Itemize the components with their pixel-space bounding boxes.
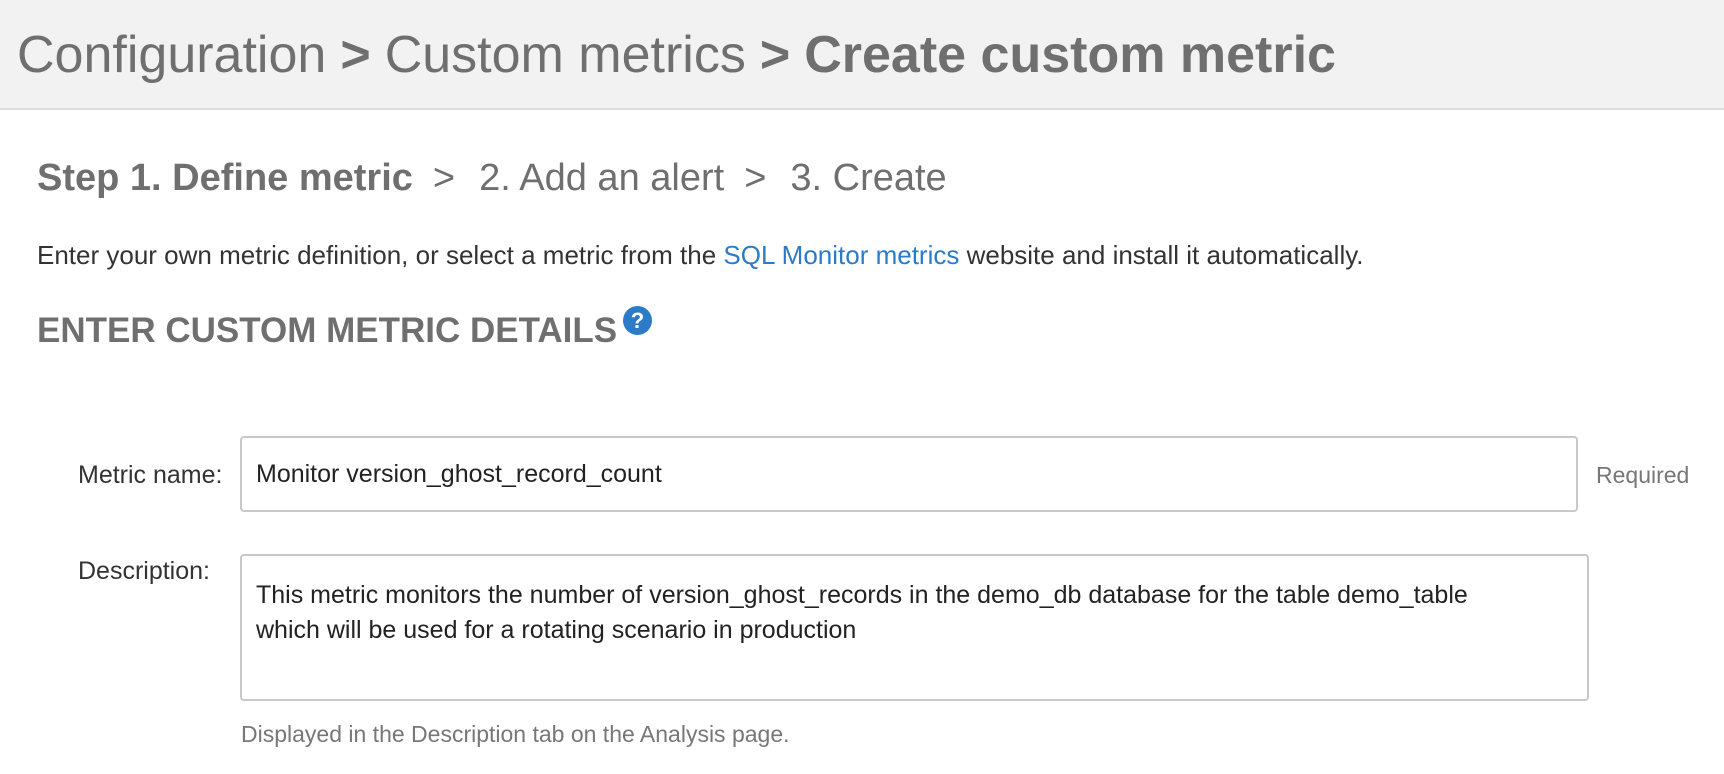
- required-indicator: Required: [1596, 462, 1690, 488]
- breadcrumb-custom-metrics[interactable]: Custom metrics: [385, 26, 746, 84]
- intro-text-after: website and install it automatically.: [959, 240, 1364, 270]
- section-title: ENTER CUSTOM METRIC DETAILS: [37, 311, 618, 350]
- breadcrumb-current-page: Create custom metric: [804, 26, 1336, 84]
- metric-name-input[interactable]: Monitor version_ghost_record_count: [240, 436, 1578, 512]
- description-hint: Displayed in the Description tab on the …: [241, 721, 790, 747]
- sql-monitor-metrics-link[interactable]: SQL Monitor metrics: [723, 240, 959, 270]
- help-icon[interactable]: ?: [623, 306, 652, 335]
- intro-text: Enter your own metric definition, or sel…: [37, 238, 1364, 272]
- step-define-metric: Step 1. Define metric: [37, 157, 413, 199]
- breadcrumb-separator: >: [340, 26, 371, 84]
- description-label: Description:: [78, 557, 210, 585]
- step-add-alert: 2. Add an alert: [479, 157, 725, 199]
- breadcrumb-configuration[interactable]: Configuration: [17, 26, 326, 84]
- page-header: Configuration > Custom metrics > Create cust…: [0, 0, 1724, 110]
- description-textarea[interactable]: This metric monitors the number of versi…: [240, 554, 1589, 701]
- step-separator: >: [744, 157, 767, 199]
- metric-name-label: Metric name:: [78, 461, 223, 489]
- step-create: 3. Create: [790, 157, 947, 199]
- intro-text-before: Enter your own metric definition, or sel…: [37, 240, 724, 270]
- breadcrumb: Configuration > Custom metrics > Create cust…: [17, 22, 1336, 88]
- step-separator: >: [432, 157, 456, 199]
- breadcrumb-separator: >: [759, 26, 791, 84]
- wizard-steps: Step 1. Define metric >2. Add an alert >3.…: [37, 154, 947, 202]
